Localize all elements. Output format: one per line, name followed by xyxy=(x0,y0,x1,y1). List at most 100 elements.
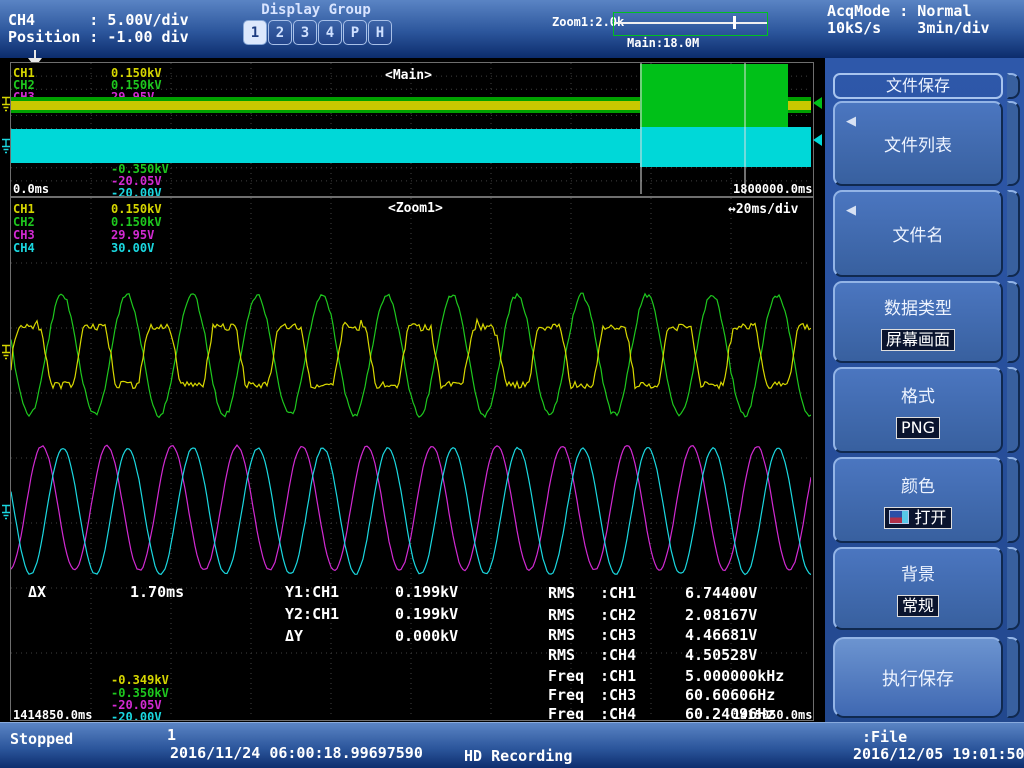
menu-title: 文件保存 xyxy=(833,73,1003,99)
meas-ch: :CH4 xyxy=(600,706,636,721)
zoom-bar-record-line xyxy=(614,22,767,24)
record-timestamp: 2016/11/24 06:00:18.99697590 xyxy=(170,745,423,762)
main-ch4-bottom-value: -20.00V xyxy=(111,187,162,197)
color-value: 打开 xyxy=(914,508,946,527)
meas-func: RMS xyxy=(548,647,575,664)
ch4-level-marker-icon xyxy=(813,134,822,146)
main-record-label: Main:18.0M xyxy=(627,37,699,51)
data-type-label: 数据类型 xyxy=(884,294,952,319)
record-number: 1 xyxy=(167,727,176,744)
display-group-button-2[interactable]: 2 xyxy=(268,20,292,45)
zoom-timebase: ↔20ms/div xyxy=(728,203,798,218)
display-group-button-p[interactable]: P xyxy=(343,20,367,45)
main-ch4-ground-icon xyxy=(1,138,11,155)
meas-value: 60.60606Hz xyxy=(685,687,775,704)
menu-title-edge xyxy=(1007,73,1020,99)
display-group-button-h[interactable]: H xyxy=(368,20,392,45)
file-list-button[interactable]: ◀ 文件列表 xyxy=(833,101,1003,186)
ch2-level-marker-icon xyxy=(813,97,822,109)
cursor-y2-label: Y2:CH1 xyxy=(285,606,339,623)
zoom1-window: CH1 0.150kV CH2 0.150kV CH3 29.95V CH4 3… xyxy=(10,197,814,721)
cursor-dx-value: 1.70ms xyxy=(130,584,184,601)
meas-ch: :CH4 xyxy=(600,647,636,664)
button-edge xyxy=(1007,547,1020,630)
trigger-position-tail xyxy=(34,50,36,58)
cursor-dx-label: ΔX xyxy=(28,584,46,601)
display-group-button-3[interactable]: 3 xyxy=(293,20,317,45)
status-bar: Stopped 1 2016/11/24 06:00:18.99697590 H… xyxy=(0,722,1024,768)
meas-func: RMS xyxy=(548,607,575,624)
zoom-ch1-ground-icon xyxy=(1,344,11,361)
zoom-bar-cursor[interactable] xyxy=(733,16,736,29)
format-label: 格式 xyxy=(901,382,935,407)
waveform-ch1 xyxy=(11,320,811,389)
main-window: CH1 0.150kV CH2 0.150kV CH3 29.95V CH4 3… xyxy=(10,62,814,197)
meas-func: Freq xyxy=(548,687,584,704)
main-ch1-ground-icon xyxy=(1,96,11,113)
submenu-arrow-icon: ◀ xyxy=(846,204,856,217)
cursor-dy-label: ΔY xyxy=(285,628,303,645)
meas-func: RMS xyxy=(548,585,575,602)
zoom-ch4-bottom-value: -20.00V xyxy=(111,711,162,721)
background-button[interactable]: 背景 常规 xyxy=(833,547,1003,630)
button-edge xyxy=(1007,101,1020,186)
format-value: PNG xyxy=(896,417,940,439)
zoom-time-start: 1414850.0ms xyxy=(13,709,92,721)
meas-value: 2.08167V xyxy=(685,607,757,624)
cursor-y1-label: Y1:CH1 xyxy=(285,584,339,601)
display-group-label: Display Group xyxy=(240,2,392,18)
color-value-chip: 打开 xyxy=(884,507,951,529)
file-name-label: 文件名 xyxy=(893,221,944,246)
button-edge xyxy=(1007,637,1020,718)
button-edge xyxy=(1007,190,1020,277)
format-button[interactable]: 格式 PNG xyxy=(833,367,1003,453)
header-bar: CH4 : 5.00V/div Position : -1.00 div Dis… xyxy=(0,0,1024,59)
cursor-y2-value: 0.199kV xyxy=(395,606,458,623)
meas-value: 5.000000kHz xyxy=(685,668,784,685)
meas-ch: :CH3 xyxy=(600,627,636,644)
zoom-window-title: <Zoom1> xyxy=(388,202,443,217)
waveform-ch2 xyxy=(11,293,811,417)
data-type-button[interactable]: 数据类型 屏幕画面 xyxy=(833,281,1003,363)
button-edge xyxy=(1007,457,1020,543)
zoom-ch4-value: 30.00V xyxy=(111,242,154,256)
main-time-end: 1800000.0ms xyxy=(733,183,812,197)
display-group-button-4[interactable]: 4 xyxy=(318,20,342,45)
display-group-buttons: 1 2 3 4 P H xyxy=(243,20,392,45)
recording-status: HD Recording xyxy=(464,748,572,765)
color-display-icon xyxy=(889,510,909,524)
meas-func: Freq xyxy=(548,668,584,685)
zoom-ch4-ground-icon xyxy=(1,504,11,521)
background-value: 常规 xyxy=(897,595,939,617)
soft-menu-sidebar: 文件保存 ◀ 文件列表 ◀ 文件名 数据类型 屏幕画面 xyxy=(825,58,1024,722)
waveform-screen: CH1 0.150kV CH2 0.150kV CH3 29.95V CH4 3… xyxy=(0,58,825,722)
meas-func: Freq xyxy=(548,706,584,721)
meas-value: 6.74400V xyxy=(685,585,757,602)
meas-ch: :CH3 xyxy=(600,687,636,704)
button-edge xyxy=(1007,367,1020,453)
background-label: 背景 xyxy=(901,560,935,585)
channel-info: CH4 : 5.00V/div Position : -1.00 div xyxy=(8,12,189,47)
meas-value: 60.24096Hz xyxy=(685,706,775,721)
zoom-position-bar[interactable] xyxy=(613,12,768,36)
execute-save-label: 执行保存 xyxy=(882,665,954,691)
meas-ch: :CH1 xyxy=(600,668,636,685)
file-name-button[interactable]: ◀ 文件名 xyxy=(833,190,1003,277)
acq-info: AcqMode : Normal 10kS/s 3min/div xyxy=(827,3,990,38)
meas-ch: :CH1 xyxy=(600,585,636,602)
main-time-start: 0.0ms xyxy=(13,183,49,197)
ch4-overview-band-thick xyxy=(640,127,811,167)
display-group-button-1[interactable]: 1 xyxy=(243,20,267,45)
color-button[interactable]: 颜色 打开 xyxy=(833,457,1003,543)
submenu-arrow-icon: ◀ xyxy=(846,115,856,128)
execute-save-button[interactable]: 执行保存 xyxy=(833,637,1003,718)
meas-ch: :CH2 xyxy=(600,607,636,624)
waveform-ch4 xyxy=(11,448,811,575)
ch2-burst-block xyxy=(640,64,788,129)
meas-value: 4.50528V xyxy=(685,647,757,664)
print-target: :File xyxy=(862,729,907,746)
zoom-ch4-label: CH4 xyxy=(13,242,35,256)
meas-value: 4.46681V xyxy=(685,627,757,644)
color-label: 颜色 xyxy=(901,472,935,497)
system-time: 2016/12/05 19:01:50 xyxy=(853,746,1024,763)
